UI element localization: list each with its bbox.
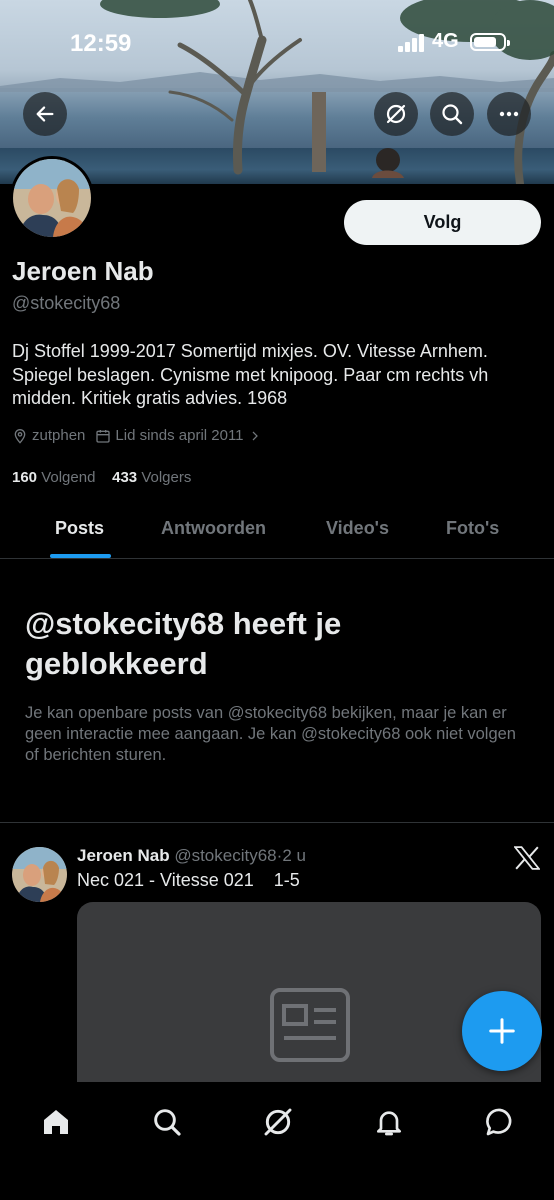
signal-icon xyxy=(398,34,424,52)
grok-icon xyxy=(386,104,406,124)
following-count: 160 xyxy=(12,469,38,486)
profile-location: zutphen xyxy=(12,427,85,444)
home-icon xyxy=(44,1110,68,1134)
grok-icon xyxy=(264,1108,292,1136)
search-button[interactable] xyxy=(430,92,474,136)
followers-count: 433 xyxy=(112,469,138,486)
active-tab-indicator xyxy=(50,554,111,558)
compose-button[interactable] xyxy=(462,991,542,1071)
more-button[interactable] xyxy=(487,92,531,136)
plus-icon xyxy=(489,1018,515,1044)
follow-button[interactable]: Volg xyxy=(344,200,541,245)
messages-icon xyxy=(486,1108,512,1136)
divider xyxy=(0,822,554,823)
bell-icon xyxy=(377,1111,401,1136)
avatar-image xyxy=(13,159,91,237)
blocked-title: @stokecity68 heeft je geblokkeerd xyxy=(25,606,342,681)
nav-notifications[interactable] xyxy=(369,1102,409,1142)
blocked-description: Je kan openbare posts van @stokecity68 b… xyxy=(25,704,516,764)
back-arrow-icon xyxy=(36,106,54,122)
post-time: 2 u xyxy=(282,846,306,865)
profile-tabs: Posts Antwoorden Video's Foto's xyxy=(0,500,554,559)
profile-handle: @stokecity68 xyxy=(12,293,121,313)
following-label: Volgend xyxy=(41,469,96,486)
follow-stats: 160 Volgend 433 Volgers xyxy=(12,469,191,486)
battery-icon xyxy=(470,33,510,51)
more-icon xyxy=(499,111,519,117)
profile-joined[interactable]: Lid sinds april 2011 xyxy=(95,427,264,444)
following-link[interactable]: 160 Volgend xyxy=(12,469,95,486)
profile-avatar[interactable] xyxy=(10,156,94,240)
status-time: 12:59 xyxy=(70,30,132,57)
grok-button[interactable] xyxy=(374,92,418,136)
post-text: Nec 021 - Vitesse 021 1-5 xyxy=(77,870,300,890)
nav-grok[interactable] xyxy=(258,1102,298,1142)
chevron-right-icon xyxy=(252,431,258,440)
location-pin-icon xyxy=(14,428,26,444)
x-logo-icon xyxy=(514,846,540,870)
nav-home[interactable] xyxy=(36,1102,76,1142)
followers-label: Volgers xyxy=(141,469,192,486)
joined-text: Lid sinds april 2011 xyxy=(115,427,244,444)
profile-name: Jeroen Nab xyxy=(12,256,154,286)
nav-messages[interactable] xyxy=(480,1102,520,1142)
search-icon xyxy=(154,1109,181,1136)
nav-search[interactable] xyxy=(147,1102,187,1142)
post-header: Jeroen Nab @stokecity68·2 u xyxy=(77,846,306,866)
tab-posts[interactable]: Posts xyxy=(55,518,104,539)
post-avatar[interactable] xyxy=(12,847,67,902)
tab-videos[interactable]: Video's xyxy=(326,518,389,539)
search-icon xyxy=(442,104,463,125)
back-button[interactable] xyxy=(23,92,67,136)
profile-meta: zutphen Lid sinds april 2011 xyxy=(12,427,275,444)
tab-photos[interactable]: Foto's xyxy=(446,518,499,539)
bottom-navigation xyxy=(0,1082,554,1200)
post-author[interactable]: Jeroen Nab xyxy=(77,846,170,865)
status-bar: 12:59 4G xyxy=(0,24,554,60)
followers-link[interactable]: 433 Volgers xyxy=(112,469,191,486)
profile-bio: Dj Stoffel 1999-2017 Somertijd mixjes. O… xyxy=(12,341,489,408)
article-icon xyxy=(270,988,350,1062)
calendar-icon xyxy=(96,429,111,443)
network-type: 4G xyxy=(432,30,459,52)
tab-replies[interactable]: Antwoorden xyxy=(161,518,266,539)
post-handle: @stokecity68 xyxy=(174,846,277,865)
location-text: zutphen xyxy=(32,427,86,444)
